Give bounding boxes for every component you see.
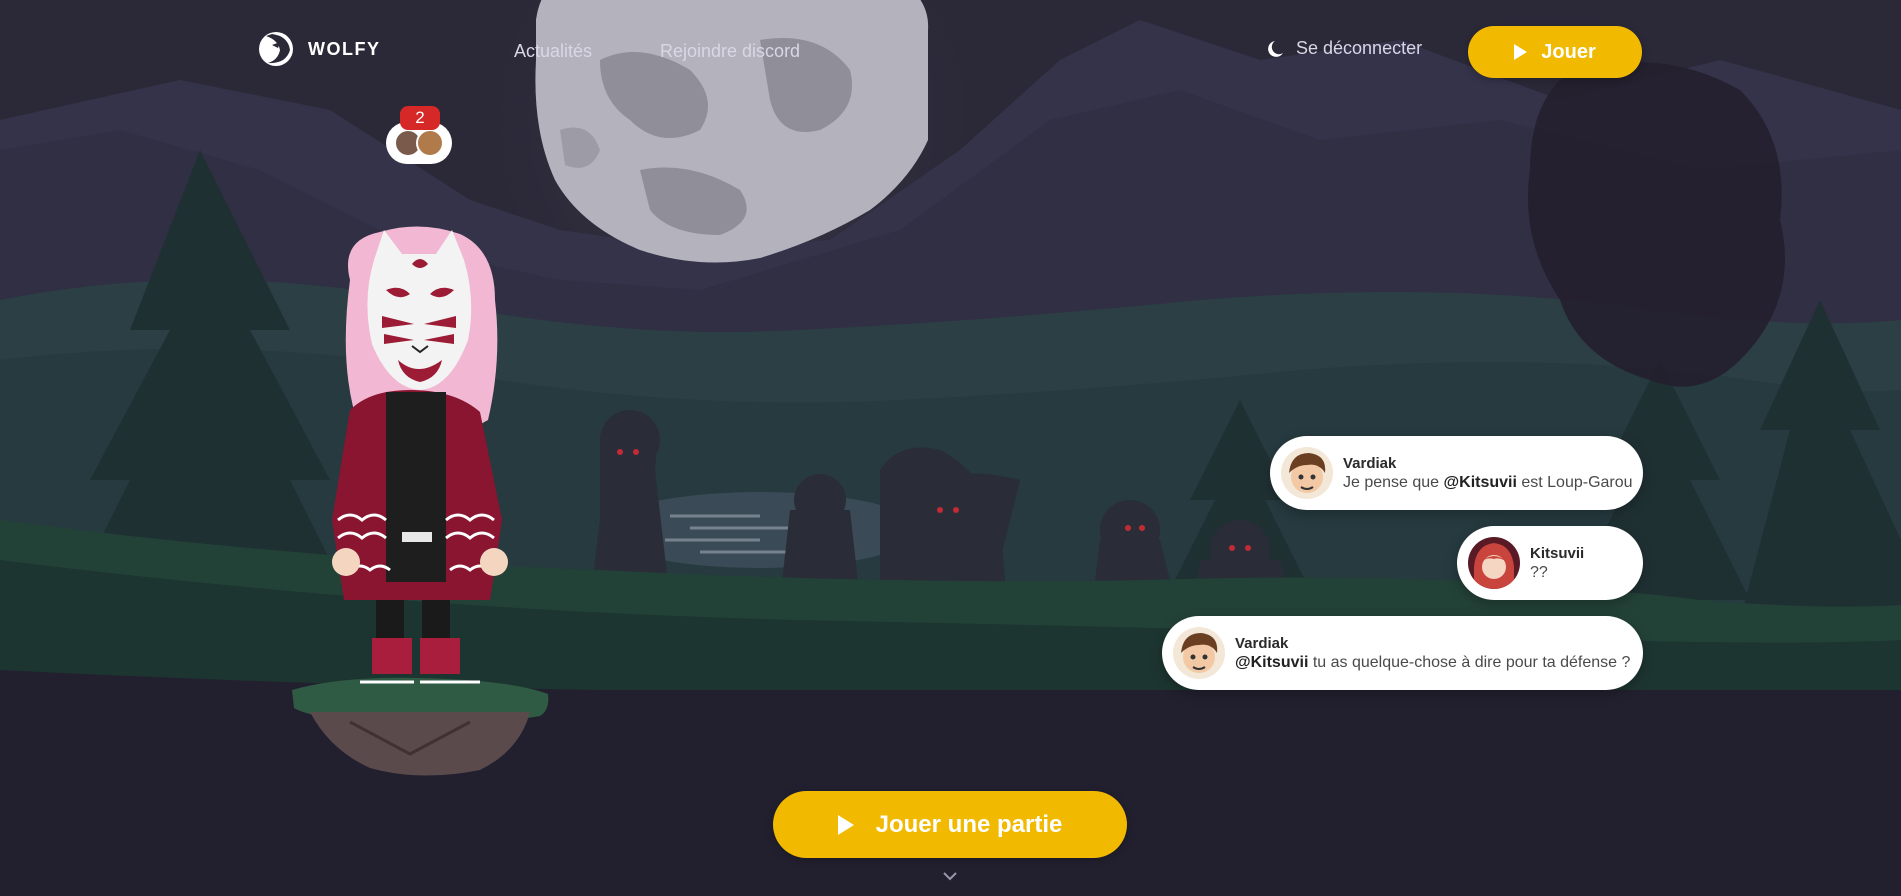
play-game-button[interactable]: Jouer une partie — [773, 791, 1127, 858]
play-icon — [1514, 44, 1528, 60]
friend-avatar — [416, 129, 444, 157]
brand-logo[interactable]: WOLFY — [258, 30, 381, 68]
play-game-label: Jouer une partie — [875, 810, 1063, 838]
home-page: WOLFY Actualités Rejoindre discord Se dé… — [0, 0, 1901, 896]
chat-text: @Kitsuvii tu as quelque-chose à dire pou… — [1235, 653, 1631, 671]
player-avatar[interactable] — [280, 220, 560, 780]
chat-mention[interactable]: @Kitsuvii — [1235, 654, 1308, 671]
nav-discord-link[interactable]: Rejoindre discord — [660, 41, 800, 62]
play-button[interactable]: Jouer — [1468, 26, 1642, 78]
play-label: Jouer — [1541, 40, 1596, 63]
chat-mention[interactable]: @Kitsuvii — [1444, 474, 1517, 491]
wolf-logo-icon — [259, 32, 293, 66]
chat-author: Vardiak — [1343, 454, 1397, 472]
avatar — [1468, 537, 1520, 589]
logout-label: Se déconnecter — [1296, 38, 1423, 58]
brand-name: WOLFY — [308, 38, 381, 59]
moon-icon — [1268, 40, 1283, 57]
chat-author: Vardiak — [1235, 634, 1289, 652]
chat-text: Je pense que @Kitsuvii est Loup-Garou — [1343, 473, 1633, 491]
avatar — [1281, 447, 1333, 499]
chevron-down-icon[interactable] — [942, 870, 958, 882]
chat-message: Vardiak Je pense que @Kitsuvii est Loup-… — [1270, 436, 1643, 510]
avatar — [1173, 627, 1225, 679]
nav-actualites-link[interactable]: Actualités — [514, 41, 592, 62]
logout-button[interactable]: Se déconnecter — [1268, 38, 1422, 59]
chat-message: Kitsuvii ?? — [1457, 526, 1643, 600]
chat-author: Kitsuvii — [1530, 544, 1585, 562]
play-icon — [837, 814, 854, 835]
chat-text: ?? — [1530, 563, 1548, 581]
chat-message: Vardiak @Kitsuvii tu as quelque-chose à … — [1162, 616, 1643, 690]
friends-count-badge: 2 — [400, 106, 440, 130]
